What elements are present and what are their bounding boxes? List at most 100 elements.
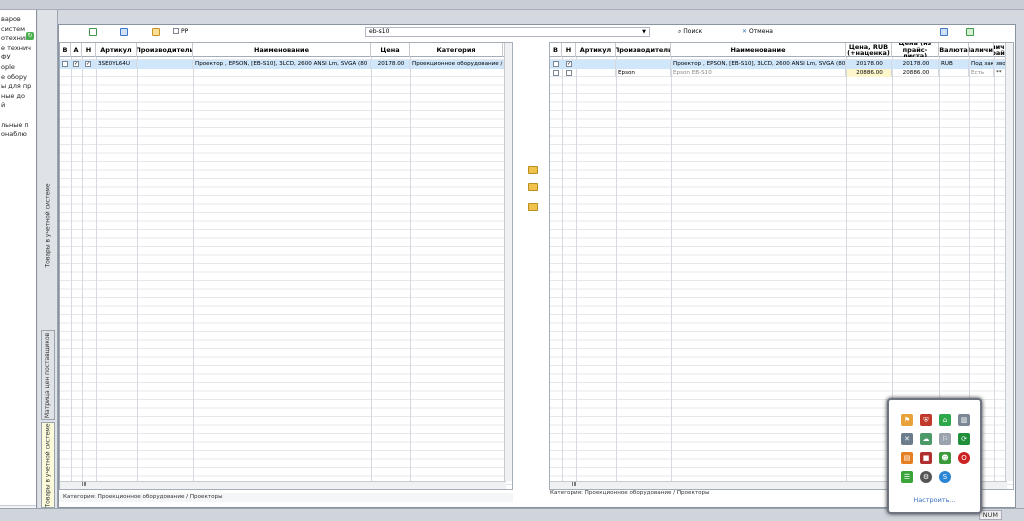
table-row[interactable]: ✓ ✓ 3SE0YL64U Проектор , EPSON, [EB-S10]… xyxy=(60,60,512,69)
cell-price-rub: 20178.00 xyxy=(847,60,892,69)
tab-products-top[interactable]: Товары в учетной системе xyxy=(41,170,55,280)
left-products-grid: В А Н Артикул Производитель Наименование… xyxy=(59,42,513,490)
row-check-v[interactable] xyxy=(62,61,68,67)
pp-label: PP xyxy=(181,28,189,35)
col-header-n[interactable]: Н xyxy=(82,43,96,57)
cell-category: Проекционное оборудование / xyxy=(412,60,503,69)
cell-maker: Epson xyxy=(617,68,671,77)
right-grid-header: В Н Артикул Производитель Наименование Ц… xyxy=(550,43,1013,57)
cell-availability: Под зак xyxy=(971,60,994,69)
status-bar xyxy=(0,508,1024,521)
col-header-v[interactable]: В xyxy=(60,43,71,57)
row-check-n[interactable]: ✓ xyxy=(566,61,572,67)
table-row[interactable]: ✓ Проектор , EPSON, [EB-S10], 3LCD, 2600… xyxy=(550,60,1013,69)
chevron-down-icon[interactable]: ▼ xyxy=(642,28,646,36)
nav-item[interactable]: льные п xyxy=(0,121,36,131)
col-header-maker[interactable]: Производитель xyxy=(616,43,671,57)
col-header-name[interactable]: Наименование xyxy=(671,43,846,57)
table-row[interactable]: Epson Epson EB-S10 20886.00 20886.00 Ест… xyxy=(550,68,1013,77)
left-grid-vscroll[interactable] xyxy=(504,43,512,481)
refresh-icon[interactable]: ↻ xyxy=(26,32,34,40)
app-red-icon[interactable]: ■ xyxy=(920,452,932,464)
export-right-icon[interactable] xyxy=(940,28,948,36)
col-header-article[interactable]: Артикул xyxy=(96,43,137,57)
nav-item[interactable]: варов xyxy=(0,15,36,25)
skype-icon[interactable]: S xyxy=(939,471,951,483)
building-icon[interactable]: ▥ xyxy=(958,414,970,426)
nav-item[interactable]: ФУ xyxy=(0,53,36,63)
transfer-remove-icon[interactable] xyxy=(528,183,538,191)
flag-language-icon[interactable]: ⚑ xyxy=(901,414,913,426)
excel-icon[interactable] xyxy=(966,28,974,36)
cell-price-list: 20886.00 xyxy=(893,68,939,77)
left-navigation: варов систем отехник е технич ФУ ople е … xyxy=(0,10,37,508)
row-check-v[interactable] xyxy=(553,69,559,76)
home-icon[interactable]: ⌂ xyxy=(939,414,951,426)
tray-overflow-popup: ⚑ ⛨ ⌂ ▥ ✕ ☁ ⚐ ⟳ ▤ ■ ☻ O ☰ ⚙ S Настроить.… xyxy=(887,398,982,514)
vertical-tab-strip: Товары в учетной системе Матрица цен пос… xyxy=(38,10,58,508)
left-grid-header: В А Н Артикул Производитель Наименование… xyxy=(60,43,512,57)
nav-item[interactable]: е технич xyxy=(0,44,36,54)
nav-item[interactable]: е обору xyxy=(0,73,36,83)
transfer-icon[interactable] xyxy=(528,166,538,174)
col-header-price[interactable]: Цена xyxy=(371,43,410,57)
window-top-strip xyxy=(0,0,1024,10)
tab-products-accounting[interactable]: Товары в учетной системе xyxy=(41,422,55,508)
nav-item[interactable]: ные до xyxy=(0,92,36,102)
export-icon[interactable] xyxy=(120,28,128,36)
col-header-price-rub[interactable]: Цена, RUB (+наценка) xyxy=(846,43,892,57)
pp-checkbox[interactable] xyxy=(173,28,179,34)
chat-icon[interactable]: ☰ xyxy=(901,471,913,483)
col-header-price-list[interactable]: Цена (из прайс-листа) xyxy=(892,43,939,57)
row-check-a[interactable]: ✓ xyxy=(73,61,79,67)
col-header-a[interactable]: А xyxy=(71,43,82,57)
col-header-name[interactable]: Наименование xyxy=(193,43,371,57)
left-status-category: Категория: Проекционное оборудование / П… xyxy=(59,493,513,502)
android-icon[interactable]: ☻ xyxy=(939,452,951,464)
left-grid-hscroll[interactable]: III xyxy=(60,481,506,489)
right-grid-vscroll[interactable] xyxy=(1005,43,1013,481)
col-header-maker[interactable]: Производитель xyxy=(137,43,193,57)
col-header-article[interactable]: Артикул xyxy=(576,43,616,57)
app-orange-icon[interactable]: ▤ xyxy=(901,452,913,464)
col-header-availability[interactable]: Наличие xyxy=(969,43,994,57)
cell-price-list: 20178.00 xyxy=(893,60,939,69)
folder-icon[interactable] xyxy=(152,28,160,36)
binoculars-icon: ⌕ xyxy=(678,28,682,35)
cell-price: 20178.00 xyxy=(372,60,410,69)
row-check-v[interactable] xyxy=(553,61,559,67)
add-row-icon[interactable] xyxy=(89,28,97,36)
cell-name: Проектор , EPSON, [EB-S10], 3LCD, 2600 A… xyxy=(673,60,846,69)
action-center-flag-icon[interactable]: ⚐ xyxy=(939,433,951,445)
update-icon[interactable]: ⟳ xyxy=(958,433,970,445)
nav-item[interactable]: й xyxy=(0,101,36,111)
tab-supplier-price-matrix[interactable]: Матрица цен поставщиков xyxy=(41,330,55,420)
cloud-icon[interactable]: ☁ xyxy=(920,433,932,445)
tray-configure-link[interactable]: Настроить... xyxy=(889,496,980,504)
col-header-v[interactable]: В xyxy=(550,43,562,57)
search-input[interactable]: eb-s10 ▼ xyxy=(365,27,650,37)
cancel-button[interactable]: ✕ Отмена xyxy=(742,28,773,36)
nav-item[interactable]: онаблю xyxy=(0,130,36,140)
col-header-category[interactable]: Категория xyxy=(410,43,503,57)
cell-maker xyxy=(617,60,671,69)
nav-item[interactable]: ы для пр xyxy=(0,82,36,92)
cell-availability: Есть xyxy=(970,68,994,77)
cell-article xyxy=(577,68,616,77)
shield-icon[interactable]: ⛨ xyxy=(920,414,932,426)
cell-article: 3SE0YL64U xyxy=(97,60,137,69)
row-check-n[interactable]: ✓ xyxy=(85,61,91,67)
row-check-n[interactable] xyxy=(566,69,572,76)
transfer-copy-icon[interactable] xyxy=(528,203,538,211)
network-disabled-icon[interactable]: ✕ xyxy=(901,433,913,445)
col-header-n[interactable]: Н xyxy=(562,43,576,57)
nav-item[interactable]: ople xyxy=(0,63,36,73)
right-status-category: Категория: Проекционное оборудование / П… xyxy=(550,490,710,496)
cell-currency xyxy=(940,68,969,77)
cell-maker xyxy=(138,60,193,69)
col-header-currency[interactable]: Валюта xyxy=(939,43,969,57)
cell-name: Проектор , EPSON, [EB-S10], 3LCD, 2600 A… xyxy=(194,60,371,69)
settings-icon[interactable]: ⚙ xyxy=(920,471,932,483)
search-button[interactable]: ⌕ Поиск xyxy=(678,28,702,36)
opera-icon[interactable]: O xyxy=(958,452,970,464)
